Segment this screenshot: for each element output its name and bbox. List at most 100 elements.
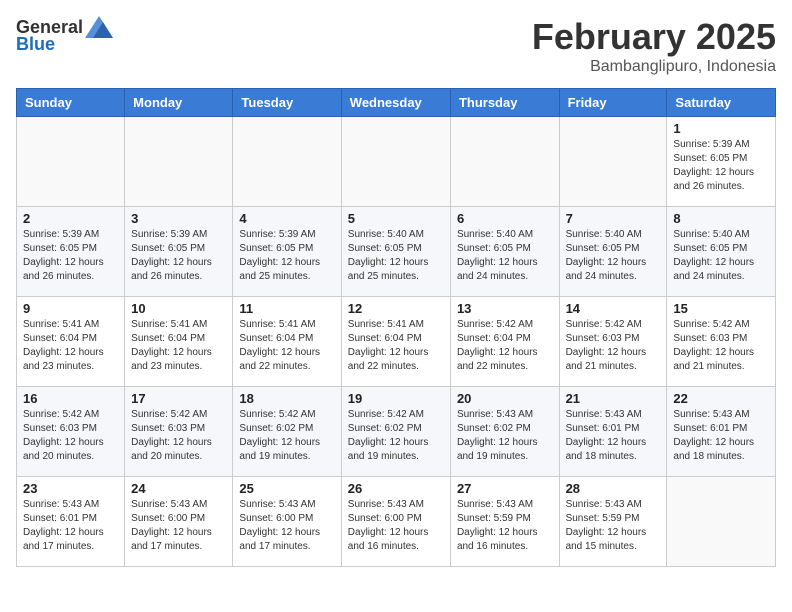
column-header-tuesday: Tuesday <box>233 89 341 117</box>
day-number: 8 <box>673 211 769 226</box>
day-number: 2 <box>23 211 118 226</box>
day-number: 13 <box>457 301 553 316</box>
column-header-saturday: Saturday <box>667 89 776 117</box>
calendar-cell <box>233 117 341 207</box>
calendar-cell: 22 Sunrise: 5:43 AM Sunset: 6:01 PM Dayli… <box>667 387 776 477</box>
day-info: Sunrise: 5:41 AM Sunset: 6:04 PM Dayligh… <box>23 318 118 374</box>
day-info: Sunrise: 5:41 AM Sunset: 6:04 PM Dayligh… <box>239 318 334 374</box>
day-info: Sunrise: 5:40 AM Sunset: 6:05 PM Dayligh… <box>457 228 553 284</box>
day-info: Sunrise: 5:43 AM Sunset: 6:00 PM Dayligh… <box>239 498 334 554</box>
calendar-cell: 6 Sunrise: 5:40 AM Sunset: 6:05 PM Daylig… <box>450 207 559 297</box>
calendar-cell <box>125 117 233 207</box>
day-info: Sunrise: 5:43 AM Sunset: 6:01 PM Dayligh… <box>673 408 769 464</box>
day-number: 18 <box>239 391 334 406</box>
calendar-cell <box>559 117 667 207</box>
calendar-cell: 20 Sunrise: 5:43 AM Sunset: 6:02 PM Dayli… <box>450 387 559 477</box>
calendar-cell <box>341 117 450 207</box>
calendar-cell: 7Sunrise: 5:40 AM Sunset: 6:05 PM Daylig… <box>559 207 667 297</box>
calendar-cell <box>450 117 559 207</box>
day-number: 4 <box>239 211 334 226</box>
calendar-cell: 13 Sunrise: 5:42 AM Sunset: 6:04 PM Dayli… <box>450 297 559 387</box>
title-section: February 2025 Bambanglipuro, Indonesia <box>532 16 776 76</box>
day-info: Sunrise: 5:42 AM Sunset: 6:03 PM Dayligh… <box>566 318 661 374</box>
day-info: Sunrise: 5:43 AM Sunset: 6:00 PM Dayligh… <box>131 498 226 554</box>
day-number: 10 <box>131 301 226 316</box>
day-number: 3 <box>131 211 226 226</box>
calendar-cell: 3 Sunrise: 5:39 AM Sunset: 6:05 PM Daylig… <box>125 207 233 297</box>
column-header-thursday: Thursday <box>450 89 559 117</box>
day-number: 22 <box>673 391 769 406</box>
day-number: 25 <box>239 481 334 496</box>
calendar-cell: 25 Sunrise: 5:43 AM Sunset: 6:00 PM Dayli… <box>233 477 341 567</box>
calendar-cell: 11 Sunrise: 5:41 AM Sunset: 6:04 PM Dayli… <box>233 297 341 387</box>
calendar-cell: 14 Sunrise: 5:42 AM Sunset: 6:03 PM Dayli… <box>559 297 667 387</box>
calendar-cell: 23 Sunrise: 5:43 AM Sunset: 6:01 PM Dayli… <box>17 477 125 567</box>
column-header-sunday: Sunday <box>17 89 125 117</box>
day-number: 14 <box>566 301 661 316</box>
day-number: 9 <box>23 301 118 316</box>
calendar-table: SundayMondayTuesdayWednesdayThursdayFrid… <box>16 88 776 567</box>
day-number: 17 <box>131 391 226 406</box>
calendar-cell: 2 Sunrise: 5:39 AM Sunset: 6:05 PM Daylig… <box>17 207 125 297</box>
logo-icon <box>85 16 113 38</box>
day-info: Sunrise: 5:42 AM Sunset: 6:04 PM Dayligh… <box>457 318 553 374</box>
column-header-wednesday: Wednesday <box>341 89 450 117</box>
logo: General Blue <box>16 16 113 55</box>
day-info: Sunrise: 5:43 AM Sunset: 5:59 PM Dayligh… <box>566 498 661 554</box>
calendar-cell <box>667 477 776 567</box>
day-number: 7 <box>566 211 661 226</box>
day-info: Sunrise: 5:42 AM Sunset: 6:03 PM Dayligh… <box>23 408 118 464</box>
calendar-subtitle: Bambanglipuro, Indonesia <box>532 58 776 76</box>
day-number: 12 <box>348 301 444 316</box>
calendar-cell: 27 Sunrise: 5:43 AM Sunset: 5:59 PM Dayli… <box>450 477 559 567</box>
day-number: 21 <box>566 391 661 406</box>
day-info: Sunrise: 5:40 AM Sunset: 6:05 PM Dayligh… <box>673 228 769 284</box>
calendar-cell: 1 Sunrise: 5:39 AM Sunset: 6:05 PM Daylig… <box>667 117 776 207</box>
column-header-friday: Friday <box>559 89 667 117</box>
day-info: Sunrise: 5:40 AM Sunset: 6:05 PM Dayligh… <box>348 228 444 284</box>
day-number: 5 <box>348 211 444 226</box>
calendar-cell: 21 Sunrise: 5:43 AM Sunset: 6:01 PM Dayli… <box>559 387 667 477</box>
day-info: Sunrise: 5:43 AM Sunset: 5:59 PM Dayligh… <box>457 498 553 554</box>
logo-blue-text: Blue <box>16 34 55 55</box>
calendar-cell: 15 Sunrise: 5:42 AM Sunset: 6:03 PM Dayli… <box>667 297 776 387</box>
calendar-title: February 2025 <box>532 16 776 58</box>
calendar-cell: 24 Sunrise: 5:43 AM Sunset: 6:00 PM Dayli… <box>125 477 233 567</box>
day-info: Sunrise: 5:41 AM Sunset: 6:04 PM Dayligh… <box>131 318 226 374</box>
calendar-cell: 9 Sunrise: 5:41 AM Sunset: 6:04 PM Daylig… <box>17 297 125 387</box>
column-header-monday: Monday <box>125 89 233 117</box>
day-number: 27 <box>457 481 553 496</box>
day-number: 23 <box>23 481 118 496</box>
calendar-cell <box>17 117 125 207</box>
day-info: Sunrise: 5:43 AM Sunset: 6:01 PM Dayligh… <box>566 408 661 464</box>
day-number: 16 <box>23 391 118 406</box>
day-info: Sunrise: 5:39 AM Sunset: 6:05 PM Dayligh… <box>239 228 334 284</box>
day-info: Sunrise: 5:42 AM Sunset: 6:03 PM Dayligh… <box>131 408 226 464</box>
day-number: 20 <box>457 391 553 406</box>
calendar-cell: 4 Sunrise: 5:39 AM Sunset: 6:05 PM Daylig… <box>233 207 341 297</box>
day-number: 11 <box>239 301 334 316</box>
day-info: Sunrise: 5:43 AM Sunset: 6:01 PM Dayligh… <box>23 498 118 554</box>
calendar-cell: 5 Sunrise: 5:40 AM Sunset: 6:05 PM Daylig… <box>341 207 450 297</box>
day-number: 6 <box>457 211 553 226</box>
day-info: Sunrise: 5:39 AM Sunset: 6:05 PM Dayligh… <box>131 228 226 284</box>
day-info: Sunrise: 5:43 AM Sunset: 6:00 PM Dayligh… <box>348 498 444 554</box>
day-info: Sunrise: 5:42 AM Sunset: 6:03 PM Dayligh… <box>673 318 769 374</box>
calendar-cell: 28 Sunrise: 5:43 AM Sunset: 5:59 PM Dayli… <box>559 477 667 567</box>
day-number: 15 <box>673 301 769 316</box>
calendar-cell: 17 Sunrise: 5:42 AM Sunset: 6:03 PM Dayli… <box>125 387 233 477</box>
calendar-cell: 19Sunrise: 5:42 AM Sunset: 6:02 PM Dayli… <box>341 387 450 477</box>
day-number: 24 <box>131 481 226 496</box>
day-info: Sunrise: 5:41 AM Sunset: 6:04 PM Dayligh… <box>348 318 444 374</box>
day-number: 28 <box>566 481 661 496</box>
day-info: Sunrise: 5:39 AM Sunset: 6:05 PM Dayligh… <box>23 228 118 284</box>
calendar-cell: 26 Sunrise: 5:43 AM Sunset: 6:00 PM Dayli… <box>341 477 450 567</box>
day-info: Sunrise: 5:42 AM Sunset: 6:02 PM Dayligh… <box>348 408 444 464</box>
day-number: 26 <box>348 481 444 496</box>
day-info: Sunrise: 5:39 AM Sunset: 6:05 PM Dayligh… <box>673 138 769 194</box>
header: General Blue February 2025 Bambanglipuro… <box>16 16 776 76</box>
day-info: Sunrise: 5:42 AM Sunset: 6:02 PM Dayligh… <box>239 408 334 464</box>
day-info: Sunrise: 5:43 AM Sunset: 6:02 PM Dayligh… <box>457 408 553 464</box>
day-number: 1 <box>673 121 769 136</box>
calendar-cell: 8 Sunrise: 5:40 AM Sunset: 6:05 PM Daylig… <box>667 207 776 297</box>
